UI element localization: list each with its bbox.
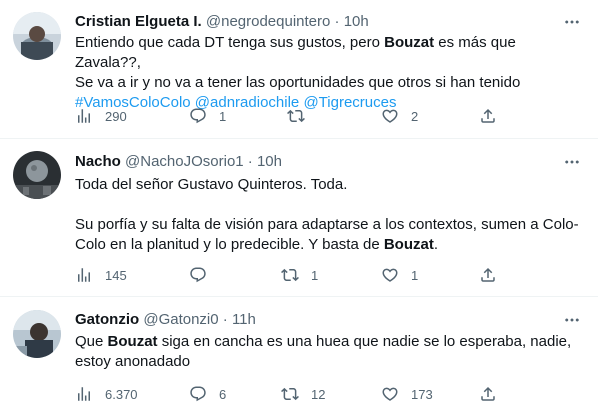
views-count: 290 (105, 108, 127, 124)
tweet-text: Que Bouzat siga en cancha es una huea qu… (75, 332, 585, 372)
retweet-icon (287, 107, 305, 125)
display-name[interactable]: Cristian Elgueta I. (75, 13, 202, 30)
heart-icon (381, 385, 399, 403)
retweet-button[interactable]: 12 (281, 384, 325, 404)
like-button[interactable]: 173 (381, 384, 433, 404)
speech-bubble-icon (189, 266, 207, 284)
retweet-count: 12 (311, 386, 326, 402)
text-segment: siga en cancha es una huea que nadie se … (157, 333, 572, 350)
speech-bubble-icon (189, 107, 207, 125)
reply-button[interactable]: 6 (189, 384, 226, 404)
timestamp[interactable]: 11h (232, 311, 256, 328)
text-line: Su porfía y su falta de visión para adap… (75, 216, 579, 233)
tweet-text: Entiendo que cada DT tenga sus gustos, p… (75, 33, 585, 113)
reply-count: 6 (219, 386, 227, 402)
user-handle[interactable]: @negrodequintero (206, 13, 330, 30)
timestamp[interactable]: 10h (344, 13, 369, 30)
text-segment: . (433, 236, 438, 253)
tweet-nacho[interactable]: Nacho @NachoJOsorio1 · 10h Toda del seño… (0, 140, 598, 297)
text-segment: Entiendo que cada DT tenga sus gustos, p… (75, 34, 385, 51)
text-line: Se va a ir y no va a tener las oportunid… (75, 74, 521, 91)
tweet-text: Toda del señor Gustavo Quinteros. Toda. … (75, 175, 585, 255)
share-upload-icon (479, 107, 497, 125)
heart-icon (381, 266, 399, 284)
text-line: estoy anonadado (75, 353, 191, 370)
retweet-button[interactable]: 1 (281, 265, 318, 285)
views-button[interactable]: 6.370 (75, 384, 138, 404)
like-count: 2 (411, 108, 419, 124)
reply-count: 1 (219, 108, 227, 124)
avatar[interactable] (13, 310, 61, 358)
share-button[interactable] (479, 106, 497, 126)
retweet-icon (281, 385, 299, 403)
tweet-cristian[interactable]: Cristian Elgueta I. @negrodequintero · 1… (0, 0, 598, 139)
user-handle[interactable]: @NachoJOsorio1 (125, 153, 244, 170)
bar-chart-icon (75, 266, 93, 284)
highlight-term: Bouzat (383, 236, 434, 253)
views-button[interactable]: 145 (75, 265, 127, 285)
share-upload-icon (479, 385, 497, 403)
display-name[interactable]: Gatonzio (75, 311, 139, 328)
avatar-image-icon (13, 12, 61, 60)
speech-bubble-icon (189, 385, 207, 403)
action-bar: 6.370 6 12 173 (75, 384, 515, 404)
action-bar: 290 1 2 (75, 106, 515, 126)
highlight-term: Bouzat (107, 333, 158, 350)
retweet-icon (281, 266, 299, 284)
like-count: 173 (411, 386, 433, 402)
like-count: 1 (411, 267, 419, 283)
avatar[interactable] (13, 151, 61, 199)
bar-chart-icon (75, 107, 93, 125)
text-line: Toda del señor Gustavo Quinteros. Toda. (75, 176, 348, 193)
separator-dot: · (222, 311, 228, 328)
retweet-count: 1 (311, 267, 319, 283)
avatar-image-icon (13, 151, 61, 199)
views-button[interactable]: 290 (75, 106, 127, 126)
more-button[interactable] (560, 310, 584, 330)
more-button[interactable] (560, 12, 584, 32)
display-name[interactable]: Nacho (75, 153, 121, 170)
highlight-term: Bouzat (384, 34, 435, 51)
more-dots-icon (563, 311, 581, 329)
action-bar: 145 1 1 (75, 265, 515, 285)
share-upload-icon (479, 266, 497, 284)
heart-icon (381, 107, 399, 125)
avatar[interactable] (13, 12, 61, 60)
tweet-gatonzio[interactable]: Gatonzio @Gatonzi0 · 11h Que Bouzat siga… (0, 298, 598, 418)
separator-dot: · (334, 13, 340, 30)
views-count: 145 (105, 267, 127, 283)
bar-chart-icon (75, 385, 93, 403)
text-segment: Que (75, 333, 108, 350)
timestamp[interactable]: 10h (257, 153, 282, 170)
share-button[interactable] (479, 265, 497, 285)
user-handle[interactable]: @Gatonzi0 (143, 311, 218, 328)
more-button[interactable] (560, 152, 584, 172)
retweet-button[interactable] (287, 106, 317, 126)
more-dots-icon (563, 13, 581, 31)
like-button[interactable]: 1 (381, 265, 418, 285)
text-segment: Colo en la planitud y lo predecible. Y b… (75, 236, 384, 253)
more-dots-icon (563, 153, 581, 171)
reply-button[interactable]: 1 (189, 106, 226, 126)
reply-button[interactable] (189, 265, 219, 285)
separator-dot: · (247, 153, 253, 170)
avatar-image-icon (13, 310, 61, 358)
share-button[interactable] (479, 384, 497, 404)
like-button[interactable]: 2 (381, 106, 418, 126)
views-count: 6.370 (105, 386, 138, 402)
